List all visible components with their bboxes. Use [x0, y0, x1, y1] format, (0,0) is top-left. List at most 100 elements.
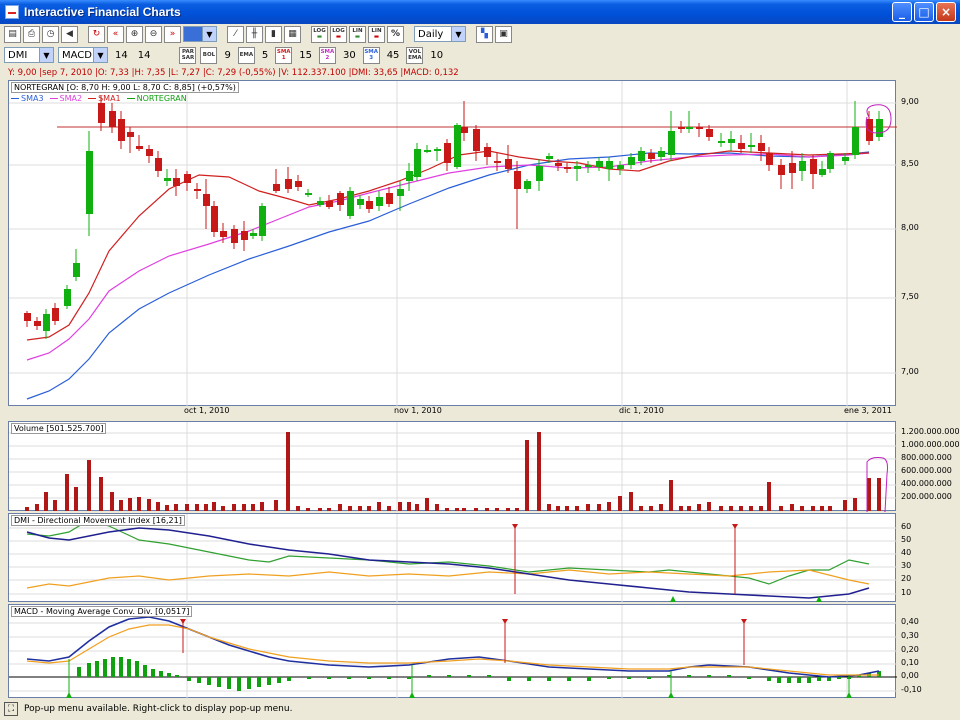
macd-histogram-bar [135, 661, 139, 677]
popup-menu-icon[interactable]: ⛶ [4, 702, 18, 716]
volume-ema-button[interactable]: VOL EMA [406, 46, 424, 64]
indicator2-param[interactable]: 14 [138, 50, 151, 61]
candle-body [86, 151, 93, 214]
sma1-param[interactable]: 15 [299, 50, 312, 61]
candle-body [317, 201, 324, 205]
macd-chart-svg[interactable] [9, 605, 897, 699]
refresh-icon[interactable]: ↻ [88, 25, 105, 43]
bollinger-param[interactable]: 9 [224, 50, 230, 61]
zoom-in-icon[interactable]: ⊕ [126, 25, 143, 43]
volume-bar [232, 504, 236, 511]
sma3-param[interactable]: 45 [387, 50, 400, 61]
bar-chart-icon[interactable]: ▦ [284, 25, 301, 43]
volume-bar [128, 498, 132, 511]
close-button[interactable]: × [936, 2, 956, 22]
macd-histogram-bar [237, 677, 241, 691]
sma2-param[interactable]: 30 [343, 50, 356, 61]
zoom-out-icon[interactable]: ⊖ [145, 25, 162, 43]
volume-ema-param[interactable]: 10 [430, 50, 443, 61]
legend-swatch [88, 98, 97, 99]
candlestick-chart-icon[interactable]: ▮ [265, 25, 282, 43]
macd-histogram-bar [507, 677, 511, 681]
candle-body [424, 150, 431, 152]
macd-histogram-bar [175, 675, 179, 677]
price-chart-panel[interactable]: NORTEGRAN [O: 8,70 H: 9,00 L: 8,70 C: 8,… [8, 80, 897, 407]
volume-bar [348, 506, 352, 511]
macd-histogram-bar [607, 677, 611, 679]
candle-body [136, 146, 143, 149]
app-window: Interactive Financial Charts _ □ × ▤ ⎙ ◷… [0, 0, 960, 720]
candle-body [164, 178, 171, 181]
candle-body [564, 167, 571, 169]
period-select-value: Daily [418, 28, 444, 40]
volume-bar [242, 504, 246, 511]
candle-body [827, 153, 834, 169]
print-icon[interactable]: ⎙ [23, 25, 40, 43]
price-chart-svg[interactable] [9, 81, 897, 407]
log-scale-button[interactable]: LOG ▬ [311, 25, 328, 43]
macd-tick-label: 0,10 [901, 658, 919, 667]
macd-histogram-bar [111, 657, 115, 677]
ema-param[interactable]: 5 [262, 50, 268, 61]
indicator2-select-value: MACD [62, 49, 92, 61]
sma3-button[interactable]: SMA 3 [362, 46, 380, 64]
rewind-icon[interactable]: « [107, 25, 124, 43]
line-chart-icon[interactable]: ⁄ [227, 25, 244, 43]
legend-item: NORTEGRAN [126, 94, 187, 103]
macd-histogram-bar [327, 677, 331, 679]
ema-button[interactable]: EMA [237, 46, 255, 64]
macd-histogram-bar [467, 675, 471, 677]
fast-forward-icon[interactable]: » [164, 25, 181, 43]
minimize-button[interactable]: _ [892, 2, 912, 22]
volume-bar [137, 497, 141, 511]
macd-histogram-bar [427, 675, 431, 677]
save-icon[interactable]: ▤ [4, 25, 21, 43]
candle-body [347, 191, 354, 216]
volume-bar [495, 508, 499, 511]
candle-body [194, 189, 201, 191]
color-selector[interactable]: ▼ [183, 26, 217, 42]
macd-histogram-bar [587, 677, 591, 681]
percent-button[interactable]: % [387, 25, 404, 43]
candle-body [852, 127, 859, 155]
sma1-button[interactable]: SMA 1 [275, 46, 293, 64]
color-palette-icon[interactable]: ▚ [476, 25, 493, 43]
volume-bar [853, 498, 857, 511]
dmi-chart-panel[interactable]: DMI - Directional Movement Index [16,21] [8, 513, 897, 603]
indicator2-select[interactable]: MACD ▼ [58, 47, 108, 63]
indicator1-select[interactable]: DMI ▼ [4, 47, 54, 63]
sma2-line [26, 152, 870, 361]
price-y-axis: 9,00 8,50 8,00 7,50 7,00 [897, 80, 959, 406]
macd-tick-label: 0,40 [901, 617, 919, 626]
volume-bar [74, 487, 78, 511]
cursor-info-line: Y: 9,00 |sep 7, 2010 |O: 7,33 |H: 7,35 |… [8, 68, 459, 78]
sma2-button[interactable]: SMA 2 [318, 46, 336, 64]
dmi-chart-svg[interactable] [9, 514, 897, 603]
lin-scale-button[interactable]: LIN ▬ [349, 25, 366, 43]
indicator1-param[interactable]: 14 [115, 50, 128, 61]
lin-volume-button[interactable]: LIN ▬ [368, 25, 385, 43]
chevron-down-icon: ▼ [202, 27, 216, 41]
macd-tick-label: 0,00 [901, 671, 919, 680]
ohlc-chart-icon[interactable]: ╫ [246, 25, 263, 43]
volume-chart-panel[interactable]: Volume [501.525.700] [8, 421, 897, 512]
sound-icon[interactable]: ◀ [61, 25, 78, 43]
candle-body [127, 132, 134, 137]
candle-body [606, 161, 613, 169]
bollinger-button[interactable]: BOL [200, 46, 218, 64]
macd-chart-panel[interactable]: MACD - Moving Average Conv. Div. [0,0517… [8, 604, 897, 699]
parsar-button[interactable]: PAR SAR [179, 46, 197, 64]
clock-icon[interactable]: ◷ [42, 25, 59, 43]
price-x-tick-label: dic 1, 2010 [619, 406, 664, 415]
maximize-button[interactable]: □ [914, 2, 934, 22]
title-bar[interactable]: Interactive Financial Charts _ □ × [0, 0, 960, 24]
volume-chart-svg[interactable] [9, 422, 897, 512]
volume-bar [174, 504, 178, 511]
candle-body [231, 229, 238, 243]
volume-bar [377, 502, 381, 511]
candle-body [326, 201, 333, 207]
log-volume-button[interactable]: LOG ▬ [330, 25, 347, 43]
period-select[interactable]: Daily ▼ [414, 26, 466, 42]
chart-window-icon[interactable]: ▣ [495, 25, 512, 43]
legend-swatch [49, 98, 58, 99]
